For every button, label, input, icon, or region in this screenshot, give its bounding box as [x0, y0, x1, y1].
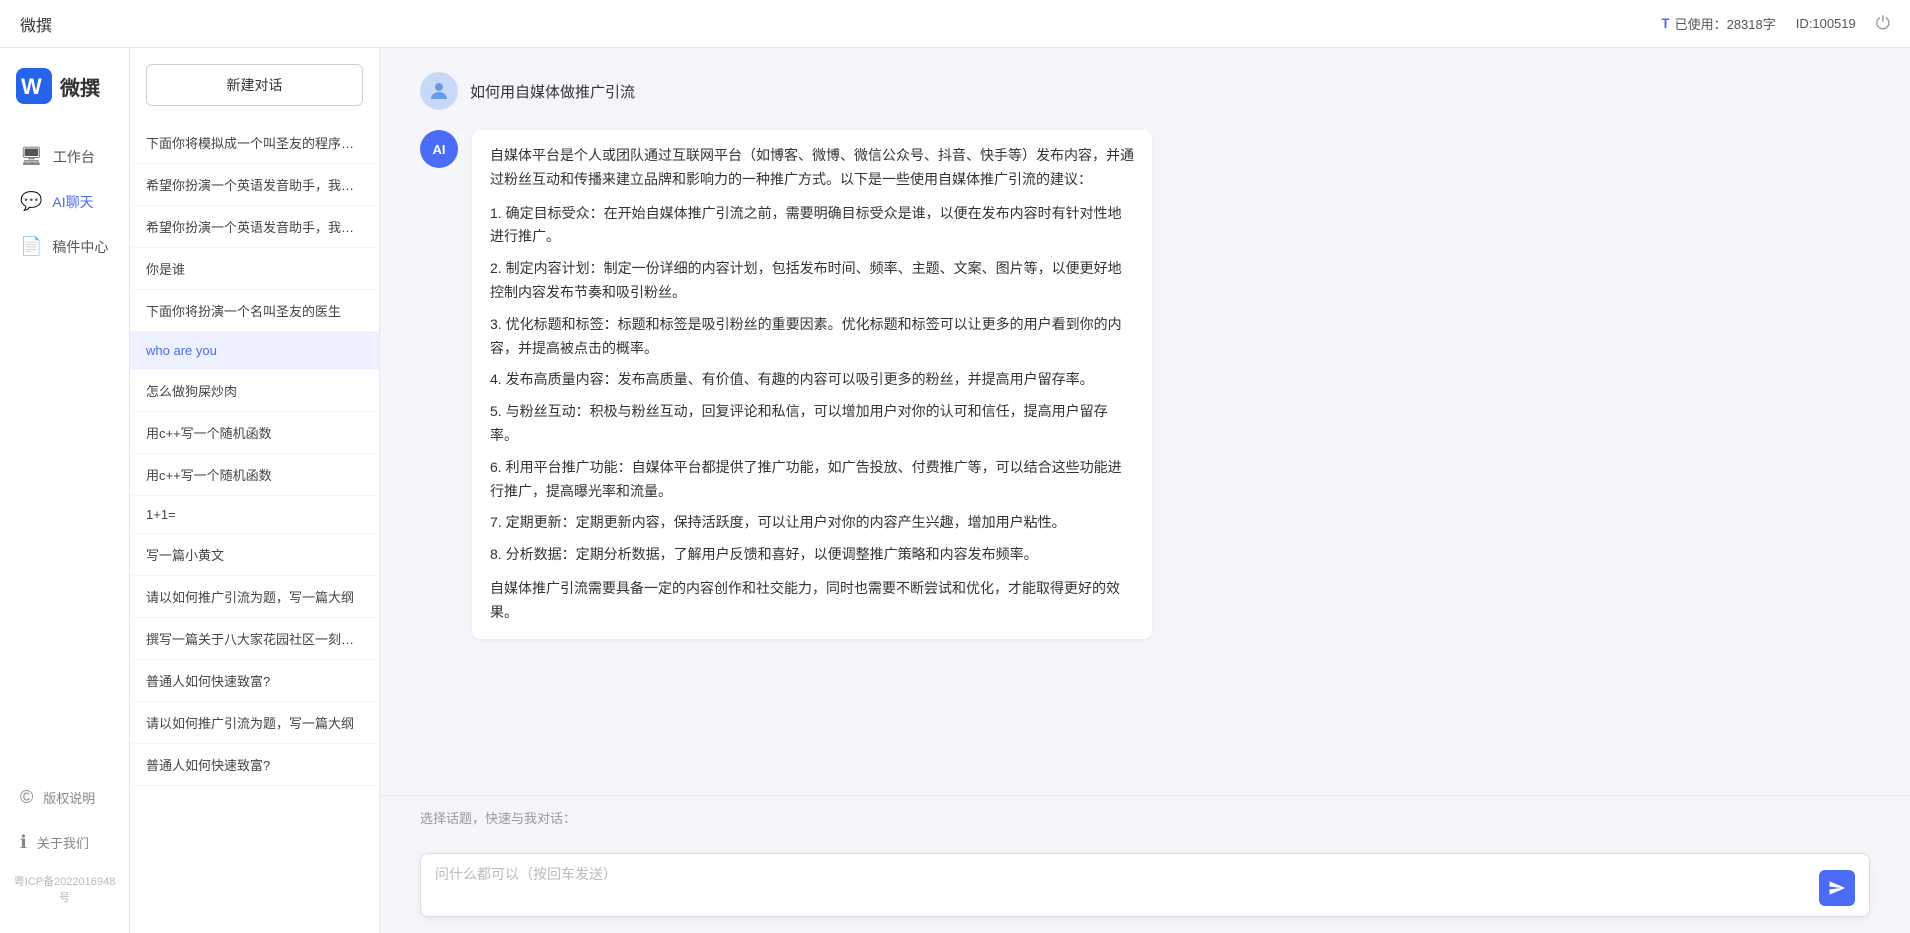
ai-para-8: 8. 分析数据：定期分析数据，了解用户反馈和喜好，以便调整推广策略和内容发布频率…	[490, 543, 1134, 567]
list-item[interactable]: 怎么做狗屎炒肉	[130, 370, 379, 412]
workspace-label: 工作台	[53, 147, 95, 167]
list-item[interactable]: 用c++写一个随机函数	[130, 412, 379, 454]
send-icon	[1828, 879, 1846, 897]
list-item[interactable]: 请以如何推广引流为题，写一篇大纲	[130, 576, 379, 618]
ai-para-1: 1. 确定目标受众：在开始自媒体推广引流之前，需要明确目标受众是谁，以便在发布内…	[490, 202, 1134, 250]
list-item[interactable]: 用c++写一个随机函数	[130, 454, 379, 496]
ai-para-7: 7. 定期更新：定期更新内容，保持活跃度，可以让用户对你的内容产生兴趣，增加用户…	[490, 511, 1134, 535]
about-icon: ℹ	[20, 832, 27, 853]
power-button[interactable]: ⏻	[1876, 13, 1890, 34]
font-icon: 𝐓	[1661, 16, 1669, 32]
list-item[interactable]: 希望你扮演一个英语发音助手，我提供给你...	[130, 206, 379, 248]
list-item[interactable]: 你是谁	[130, 248, 379, 290]
send-button[interactable]	[1819, 870, 1855, 906]
chars-used: 𝐓 已使用：28318字	[1661, 14, 1776, 33]
chars-label: 已使用：28318字	[1675, 14, 1776, 33]
list-item[interactable]: 写一篇小黄文	[130, 534, 379, 576]
ai-para-2: 2. 制定内容计划：制定一份详细的内容计划，包括发布时间、频率、主题、文案、图片…	[490, 257, 1134, 305]
user-query-text: 如何用自媒体做推广引流	[470, 81, 635, 102]
ai-avatar: AI	[420, 130, 458, 168]
user-avatar	[420, 72, 458, 110]
ai-message-bubble: 自媒体平台是个人或团队通过互联网平台（如博客、微博、微信公众号、抖音、快手等）发…	[472, 130, 1152, 639]
quick-topics-label: 选择话题，快速与我对话：	[420, 808, 1870, 827]
sidebar-item-workspace[interactable]: 🖥 工作台	[0, 134, 129, 179]
input-area	[380, 841, 1910, 933]
sidebar-item-ai-chat[interactable]: 💬 AI聊天	[0, 179, 129, 224]
about-label: 关于我们	[37, 833, 89, 852]
icp-label: 粤ICP备2022016948号	[0, 865, 129, 913]
quick-topics: 选择话题，快速与我对话：	[380, 795, 1910, 841]
ai-para-9: 自媒体推广引流需要具备一定的内容创作和社交能力，同时也需要不断尝试和优化，才能取…	[490, 577, 1134, 625]
new-conversation-button[interactable]: 新建对话	[146, 64, 363, 106]
drafts-icon: 📄	[20, 236, 42, 257]
ai-para-0: 自媒体平台是个人或团队通过互联网平台（如博客、微博、微信公众号、抖音、快手等）发…	[490, 144, 1134, 192]
input-box	[420, 853, 1870, 917]
copyright-icon: ©	[20, 787, 33, 808]
chat-input[interactable]	[435, 864, 1809, 906]
left-nav: W 微撰 🖥 工作台 💬 AI聊天 📄 稿件中心 © 版权说明 ℹ 关于我们 粤	[0, 48, 130, 933]
list-item[interactable]: 下面你将扮演一个名叫圣友的医生	[130, 290, 379, 332]
ai-chat-label: AI聊天	[52, 192, 93, 212]
chat-area: 如何用自媒体做推广引流 AI 自媒体平台是个人或团队通过互联网平台（如博客、微博…	[380, 48, 1910, 933]
sidebar-item-drafts[interactable]: 📄 稿件中心	[0, 224, 129, 269]
list-item[interactable]: 下面你将模拟成一个叫圣友的程序员，我说...	[130, 122, 379, 164]
sidebar-item-about[interactable]: ℹ 关于我们	[0, 820, 129, 865]
ai-chat-icon: 💬	[20, 191, 42, 212]
conversation-list: 下面你将模拟成一个叫圣友的程序员，我说... 希望你扮演一个英语发音助手，我提供…	[130, 122, 379, 933]
topbar-title: 微撰	[20, 12, 52, 36]
nav-bottom: © 版权说明 ℹ 关于我们 粤ICP备2022016948号	[0, 775, 129, 913]
sidebar-item-copyright[interactable]: © 版权说明	[0, 775, 129, 820]
user-message-row: 如何用自媒体做推广引流	[420, 72, 1870, 110]
drafts-label: 稿件中心	[52, 237, 108, 257]
ai-para-3: 3. 优化标题和标签：标题和标签是吸引粉丝的重要因素。优化标题和标签可以让更多的…	[490, 313, 1134, 361]
ai-para-4: 4. 发布高质量内容：发布高质量、有价值、有趣的内容可以吸引更多的粉丝，并提高用…	[490, 368, 1134, 392]
list-item[interactable]: 撰写一篇关于八大家花园社区一刻钟便民生...	[130, 618, 379, 660]
svg-text:W: W	[21, 74, 42, 99]
list-item[interactable]: who are you	[130, 332, 379, 370]
ai-message-row: AI 自媒体平台是个人或团队通过互联网平台（如博客、微博、微信公众号、抖音、快手…	[420, 130, 1870, 639]
logo-icon: W	[16, 68, 52, 104]
conversation-panel: 新建对话 下面你将模拟成一个叫圣友的程序员，我说... 希望你扮演一个英语发音助…	[130, 48, 380, 933]
workspace-icon: 🖥	[20, 146, 43, 167]
logo-text: 微撰	[60, 72, 100, 101]
list-item[interactable]: 普通人如何快速致富?	[130, 744, 379, 786]
list-item[interactable]: 请以如何推广引流为题，写一篇大纲	[130, 702, 379, 744]
ai-para-6: 6. 利用平台推广功能：自媒体平台都提供了推广功能，如广告投放、付费推广等，可以…	[490, 456, 1134, 504]
list-item[interactable]: 1+1=	[130, 496, 379, 534]
copyright-label: 版权说明	[43, 788, 95, 807]
id-label: ID:100519	[1796, 16, 1856, 31]
topbar: 微撰 𝐓 已使用：28318字 ID:100519 ⏻	[0, 0, 1910, 48]
topbar-right: 𝐓 已使用：28318字 ID:100519 ⏻	[1661, 13, 1890, 34]
list-item[interactable]: 普通人如何快速致富?	[130, 660, 379, 702]
main-layout: W 微撰 🖥 工作台 💬 AI聊天 📄 稿件中心 © 版权说明 ℹ 关于我们 粤	[0, 48, 1910, 933]
chat-messages: 如何用自媒体做推广引流 AI 自媒体平台是个人或团队通过互联网平台（如博客、微博…	[380, 48, 1910, 795]
logo: W 微撰	[0, 68, 129, 134]
ai-para-5: 5. 与粉丝互动：积极与粉丝互动，回复评论和私信，可以增加用户对你的认可和信任，…	[490, 400, 1134, 448]
list-item[interactable]: 希望你扮演一个英语发音助手，我提供给你...	[130, 164, 379, 206]
